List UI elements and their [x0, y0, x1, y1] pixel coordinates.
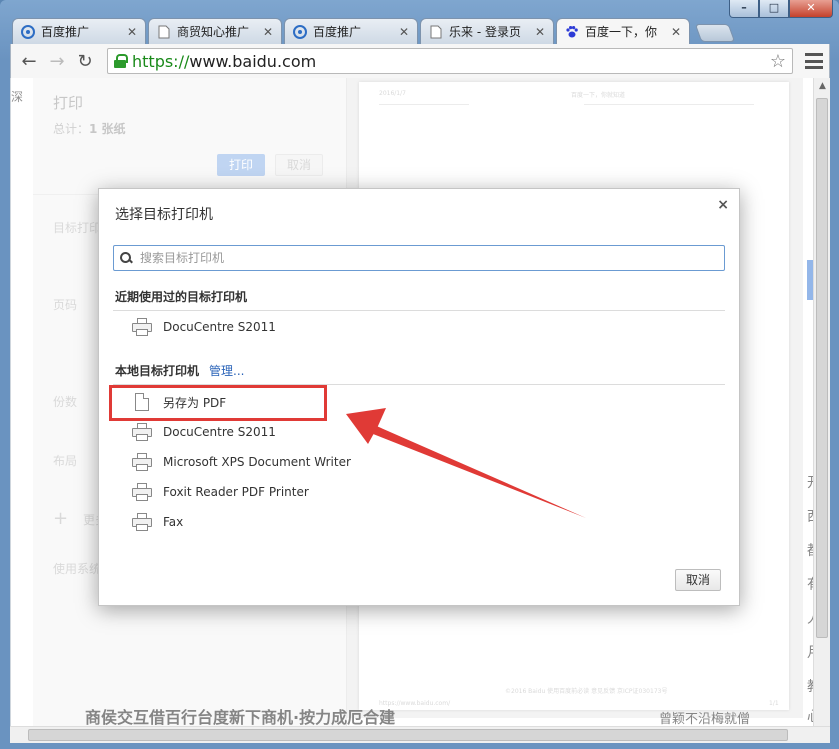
dialog-close-icon[interactable]: × — [717, 197, 729, 213]
save-pdf-highlight — [109, 385, 327, 421]
back-arrow-icon: ← — [21, 50, 37, 72]
tab-close-icon[interactable]: ✕ — [671, 25, 681, 39]
minimize-button[interactable]: – — [729, 0, 759, 18]
printer-name: Fax — [163, 515, 184, 529]
forward-arrow-icon: → — [49, 50, 65, 72]
printer-item-xps-writer[interactable]: Microsoft XPS Document Writer — [131, 451, 351, 473]
dialog-title: 选择目标打印机 — [115, 207, 213, 223]
printer-icon — [131, 452, 153, 472]
recent-printers-title: 近期使用过的目标打印机 — [115, 290, 248, 304]
tab-baidu-promo-1[interactable]: 百度推广 ✕ — [12, 18, 146, 44]
tab-label: 百度推广 — [41, 25, 90, 39]
select-printer-dialog: 选择目标打印机 × 近期使用过的目标打印机 DocuCentre S2011 本… — [98, 188, 740, 606]
tab-label: 百度一下，你 — [585, 25, 658, 39]
tab-lelai-login[interactable]: 乐来 - 登录页 ✕ — [420, 18, 554, 44]
manage-printers-link[interactable]: 管理... — [209, 364, 244, 378]
section-divider — [113, 310, 725, 311]
printer-name: DocuCentre S2011 — [163, 320, 276, 334]
baidu-promo-icon — [293, 24, 307, 39]
printer-icon — [131, 482, 153, 502]
printer-name: Foxit Reader PDF Printer — [163, 485, 309, 499]
printer-icon — [131, 512, 153, 532]
printer-search-input[interactable] — [140, 251, 718, 265]
tab-close-icon[interactable]: ✕ — [535, 25, 545, 39]
lock-icon — [114, 54, 128, 68]
page-icon — [157, 25, 171, 39]
baidu-promo-icon — [21, 24, 35, 39]
forward-button[interactable]: → — [45, 49, 69, 73]
tab-label: 百度推广 — [313, 25, 362, 39]
dialog-cancel-button[interactable]: 取消 — [675, 569, 721, 591]
tab-close-icon[interactable]: ✕ — [263, 25, 273, 39]
printer-name: Microsoft XPS Document Writer — [163, 455, 351, 469]
tab-strip: 百度推广 ✕ 商贸知心推广 ✕ 百度推广 ✕ 乐来 - 登录页 ✕ 百度一下，你… — [12, 18, 736, 44]
printer-item-docucentre[interactable]: DocuCentre S2011 — [131, 421, 276, 443]
tab-close-icon[interactable]: ✕ — [127, 25, 137, 39]
tab-close-icon[interactable]: ✕ — [399, 25, 409, 39]
local-printers-title: 本地目标打印机 管理... — [115, 364, 245, 378]
close-window-button[interactable]: ✕ — [789, 0, 833, 18]
printer-item-fax[interactable]: Fax — [131, 511, 183, 533]
browser-toolbar: ← → ↻ https://www.baidu.com ☆ — [10, 44, 830, 78]
search-icon — [120, 252, 132, 264]
tab-baidu-home[interactable]: 百度一下，你 ✕ — [556, 18, 690, 44]
maximize-button[interactable]: □ — [759, 0, 789, 18]
vertical-scroll-thumb[interactable] — [816, 98, 828, 638]
tab-label: 商贸知心推广 — [177, 25, 250, 39]
printer-item-recent-docucentre[interactable]: DocuCentre S2011 — [131, 316, 276, 338]
tab-baidu-promo-2[interactable]: 百度推广 ✕ — [284, 18, 418, 44]
address-bar[interactable]: https://www.baidu.com ☆ — [107, 48, 793, 74]
url-text: https://www.baidu.com — [132, 51, 317, 71]
chrome-menu-icon[interactable] — [805, 53, 823, 69]
horizontal-scrollbar[interactable] — [10, 726, 830, 743]
page-icon — [429, 25, 443, 39]
tab-trade-promo[interactable]: 商贸知心推广 ✕ — [148, 18, 282, 44]
vertical-scrollbar[interactable]: ▲ — [813, 78, 830, 726]
baidu-paw-icon — [565, 25, 579, 39]
window-controls: – □ ✕ — [729, 0, 833, 18]
printer-name: DocuCentre S2011 — [163, 425, 276, 439]
printer-icon — [131, 422, 153, 442]
printer-search-box[interactable] — [113, 245, 725, 271]
scroll-up-icon[interactable]: ▲ — [814, 78, 831, 95]
bookmark-star-icon[interactable]: ☆ — [770, 51, 786, 72]
reload-button[interactable]: ↻ — [73, 49, 97, 73]
printer-icon — [131, 317, 153, 337]
printer-item-foxit-pdf[interactable]: Foxit Reader PDF Printer — [131, 481, 309, 503]
new-tab-button[interactable] — [694, 24, 736, 42]
reload-icon: ↻ — [77, 50, 93, 72]
back-button[interactable]: ← — [17, 49, 41, 73]
tab-label: 乐来 - 登录页 — [449, 25, 521, 39]
horizontal-scroll-thumb[interactable] — [28, 729, 788, 741]
